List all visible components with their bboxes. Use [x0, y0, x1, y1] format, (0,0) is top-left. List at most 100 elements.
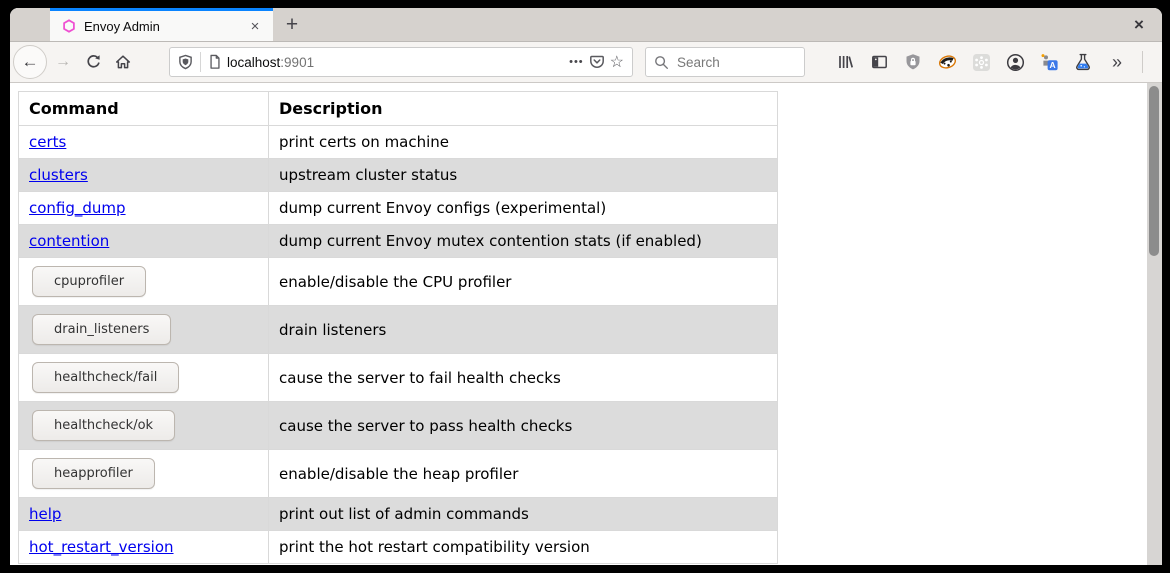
page-content: Command Description certs print certs on… [10, 83, 1162, 565]
description-cell: drain listeners [269, 306, 778, 354]
flask-icon [1074, 53, 1092, 71]
address-bar[interactable]: localhost:9901 ••• ☆ [169, 47, 633, 77]
command-cell: healthcheck/fail [19, 354, 269, 402]
table-row: clusters upstream cluster status [19, 159, 778, 192]
tab-bar: Envoy Admin × + × [10, 8, 1162, 42]
command-cell: hot_restart_version [19, 531, 269, 564]
tab-bar-lead-space [10, 8, 50, 41]
column-header-description: Description [269, 92, 778, 126]
search-input[interactable] [675, 54, 796, 71]
web-pattern-icon [972, 53, 991, 72]
tab-close-icon[interactable]: × [245, 18, 265, 35]
shield-lock-extension-button[interactable] [899, 48, 927, 76]
overflow-menu-button[interactable]: » [1103, 48, 1131, 76]
description-cell: upstream cluster status [269, 159, 778, 192]
command-link[interactable]: help [29, 505, 61, 523]
navigation-toolbar: ← → [10, 42, 1162, 83]
command-cell: clusters [19, 159, 269, 192]
scrollbar-thumb[interactable] [1149, 86, 1159, 256]
new-tab-button[interactable]: + [273, 8, 311, 41]
bookmark-star-icon[interactable]: ☆ [610, 52, 624, 72]
search-icon [654, 55, 669, 70]
table-row: heapprofiler enable/disable the heap pro… [19, 450, 778, 498]
command-button[interactable]: cpuprofiler [32, 266, 146, 297]
forward-icon: → [55, 53, 71, 71]
table-row: healthcheck/fail cause the server to fai… [19, 354, 778, 402]
table-row: help print out list of admin commands [19, 498, 778, 531]
account-button[interactable] [1001, 48, 1029, 76]
tab-envoy-admin[interactable]: Envoy Admin × [50, 8, 273, 41]
table-row: hot_restart_version print the hot restar… [19, 531, 778, 564]
vertical-scrollbar[interactable] [1147, 83, 1162, 565]
app-menu-button[interactable]: ≡ [1156, 48, 1162, 76]
command-button[interactable]: heapprofiler [32, 458, 155, 489]
table-row: cpuprofiler enable/disable the CPU profi… [19, 258, 778, 306]
url-text[interactable]: localhost:9901 [227, 55, 564, 70]
toolbar-separator [1142, 51, 1143, 73]
tab-title: Envoy Admin [84, 19, 237, 34]
command-cell: certs [19, 126, 269, 159]
disabled-extension-button[interactable] [967, 48, 995, 76]
description-cell: print the hot restart compatibility vers… [269, 531, 778, 564]
library-button[interactable] [831, 48, 859, 76]
forward-button[interactable]: → [49, 48, 77, 76]
column-header-command: Command [19, 92, 269, 126]
command-cell: config_dump [19, 192, 269, 225]
table-row: certs print certs on machine [19, 126, 778, 159]
description-cell: dump current Envoy configs (experimental… [269, 192, 778, 225]
library-icon [837, 54, 854, 70]
account-icon [1006, 53, 1025, 72]
translate-extension-button[interactable]: A [1035, 48, 1063, 76]
translate-icon: A [1040, 53, 1058, 71]
svg-text:A: A [1050, 60, 1056, 70]
command-link[interactable]: config_dump [29, 199, 126, 217]
command-cell: cpuprofiler [19, 258, 269, 306]
command-cell: heapprofiler [19, 450, 269, 498]
command-link[interactable]: certs [29, 133, 66, 151]
table-row: contention dump current Envoy mutex cont… [19, 225, 778, 258]
table-row: healthcheck/ok cause the server to pass … [19, 402, 778, 450]
chevron-double-right-icon: » [1112, 52, 1122, 73]
description-cell: cause the server to fail health checks [269, 354, 778, 402]
command-cell: contention [19, 225, 269, 258]
command-button[interactable]: healthcheck/fail [32, 362, 179, 393]
back-icon: ← [22, 52, 39, 72]
table-row: config_dump dump current Envoy configs (… [19, 192, 778, 225]
command-button[interactable]: healthcheck/ok [32, 410, 175, 441]
badger-icon [938, 53, 957, 71]
command-button[interactable]: drain_listeners [32, 314, 171, 345]
table-row: drain_listeners drain listeners [19, 306, 778, 354]
search-bar[interactable] [645, 47, 805, 77]
sidebars-icon [871, 54, 888, 70]
description-cell: dump current Envoy mutex contention stat… [269, 225, 778, 258]
command-link[interactable]: hot_restart_version [29, 538, 174, 556]
command-link[interactable]: clusters [29, 166, 88, 184]
tracking-protection-shield-icon[interactable] [178, 54, 193, 70]
url-port: :9901 [280, 55, 314, 70]
flask-extension-button[interactable] [1069, 48, 1097, 76]
home-button[interactable] [109, 48, 137, 76]
command-cell: help [19, 498, 269, 531]
toolbar-icon-strip: A » ≡ [829, 48, 1162, 76]
page-actions-icon[interactable]: ••• [569, 56, 584, 68]
url-host: localhost [227, 55, 280, 70]
home-icon [115, 54, 131, 70]
page-info-icon[interactable] [208, 54, 222, 70]
browser-window: Envoy Admin × + × ← → [10, 8, 1162, 565]
table-header-row: Command Description [19, 92, 778, 126]
admin-commands-table: Command Description certs print certs on… [18, 91, 778, 564]
command-cell: healthcheck/ok [19, 402, 269, 450]
envoy-favicon-icon [62, 19, 76, 33]
reload-button[interactable] [79, 48, 107, 76]
description-cell: cause the server to pass health checks [269, 402, 778, 450]
sidebars-button[interactable] [865, 48, 893, 76]
tab-bar-spacer [311, 8, 1116, 41]
back-button[interactable]: ← [13, 45, 47, 79]
description-cell: print certs on machine [269, 126, 778, 159]
command-cell: drain_listeners [19, 306, 269, 354]
pocket-icon[interactable] [589, 54, 605, 70]
command-link[interactable]: contention [29, 232, 109, 250]
privacy-badger-extension-button[interactable] [933, 48, 961, 76]
window-close-button[interactable]: × [1116, 8, 1162, 41]
description-cell: enable/disable the CPU profiler [269, 258, 778, 306]
